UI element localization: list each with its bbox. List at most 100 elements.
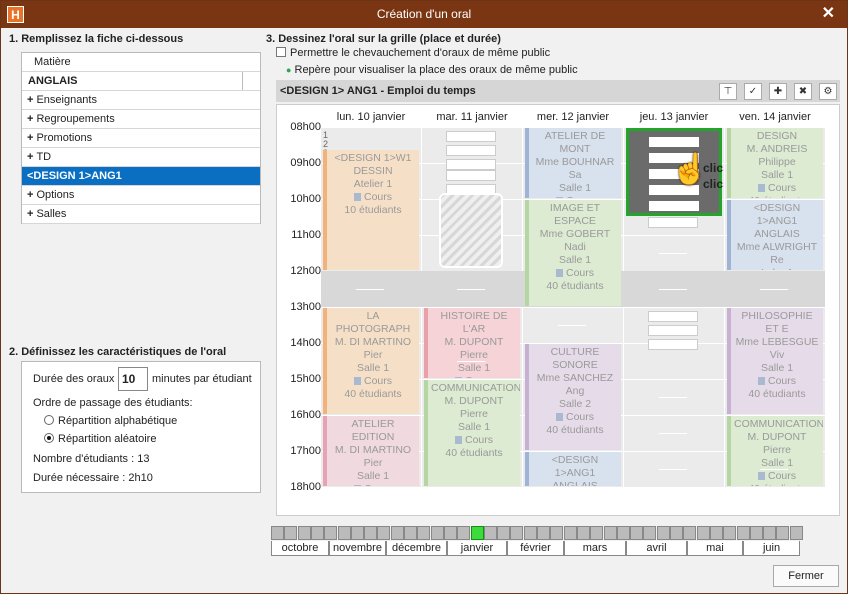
week-tick[interactable] (377, 526, 391, 540)
month-label[interactable]: octobre (271, 541, 329, 556)
week-tick[interactable] (430, 526, 444, 540)
month-label[interactable]: mars (564, 541, 626, 556)
week-tick[interactable] (656, 526, 670, 540)
close-icon[interactable]: ✕ (822, 5, 835, 23)
slot-bar[interactable] (648, 311, 698, 322)
month-label[interactable]: février (507, 541, 564, 556)
course-cell[interactable]: CULTURE SONORE Mme SANCHEZ Ang Salle 2 Cour… (525, 344, 621, 450)
month-timeline[interactable]: octobre novembre décembre janvier février mar… (271, 526, 803, 556)
month-label[interactable]: décembre (386, 541, 447, 556)
course-cell[interactable]: IMAGE ET ESPACE Mme GOBERT Nadi Salle 1 Cou… (525, 200, 621, 306)
week-tick[interactable] (497, 526, 511, 540)
check-filter-icon[interactable]: ✓ (744, 83, 762, 100)
criteria-row[interactable]: + Options (22, 186, 260, 205)
gear-icon[interactable]: ⚙ (819, 83, 837, 100)
week-tick[interactable] (696, 526, 710, 540)
week-tick[interactable] (404, 526, 417, 540)
month-label[interactable]: avril (626, 541, 687, 556)
week-tick[interactable] (457, 526, 471, 540)
current-week-tick[interactable] (470, 526, 484, 540)
slot-bar[interactable] (446, 170, 496, 181)
week-tick[interactable] (789, 526, 803, 540)
course-cell[interactable]: HISTOIRE DE L'ARM. DUPONT PierreSalle 1C… (424, 308, 520, 378)
week-tick[interactable] (630, 526, 644, 540)
week-tick[interactable] (576, 526, 590, 540)
course-cell[interactable]: DESIGNM. ANDREIS PhilippeSalle 1Cours40 … (727, 128, 823, 198)
week-tick[interactable] (284, 526, 298, 540)
month-label[interactable]: novembre (329, 541, 386, 556)
criteria-row[interactable]: ANGLAIS (22, 72, 260, 91)
week-tick[interactable] (350, 526, 364, 540)
close-button[interactable]: Fermer (773, 565, 839, 587)
week-tick[interactable] (763, 526, 777, 540)
week-tick[interactable] (297, 526, 311, 540)
plus-icon[interactable]: + (27, 208, 33, 220)
plus-icon[interactable]: + (27, 132, 33, 144)
criteria-row[interactable]: + TD (22, 148, 260, 167)
criteria-row[interactable]: + Salles (22, 205, 260, 224)
selected-slot[interactable]: clic clic ☝ (626, 128, 723, 216)
add-grid-icon[interactable]: ✚ (769, 83, 787, 100)
plus-icon[interactable]: + (27, 113, 33, 125)
course-cell[interactable]: LA PHOTOGRAPH M. DI MARTINO Pier Salle 1 Co… (323, 308, 419, 414)
slot-bar[interactable] (648, 325, 698, 336)
radio-random[interactable]: Répartition aléatoire (44, 433, 156, 445)
overlap-checkbox[interactable]: Permettre le chevauchement d'oraux de mê… (276, 47, 550, 59)
week-tick[interactable] (723, 526, 737, 540)
filter-icon[interactable]: ⊤ (719, 83, 737, 100)
week-tick[interactable] (736, 526, 750, 540)
week-tick[interactable] (271, 526, 284, 540)
month-label[interactable]: janvier (447, 541, 507, 556)
week-tick[interactable] (683, 526, 697, 540)
slot-bar[interactable] (648, 339, 698, 350)
week-tick[interactable] (390, 526, 404, 540)
duration-input[interactable]: 10 (118, 367, 148, 391)
week-tick[interactable] (616, 526, 630, 540)
remove-grid-icon[interactable]: ✖ (794, 83, 812, 100)
criteria-row[interactable]: + Promotions (22, 129, 260, 148)
plus-icon[interactable]: + (27, 189, 33, 201)
week-tick[interactable] (643, 526, 657, 540)
course-cell[interactable]: ATELIER DE MONTMme BOUHNAR SaSalle 1Cour… (525, 128, 621, 198)
criteria-row[interactable]: <DESIGN 1>ANG1 (22, 167, 260, 186)
slot-bar[interactable] (648, 217, 698, 228)
plus-icon[interactable]: + (27, 151, 33, 163)
week-tick[interactable] (749, 526, 763, 540)
week-tick[interactable] (709, 526, 723, 540)
timetable-grid[interactable]: lun. 10 janvier mar. 11 janvier mer. 12 ja… (276, 104, 840, 516)
plus-icon[interactable]: + (27, 94, 33, 106)
radio-alpha[interactable]: Répartition alphabétique (44, 415, 177, 427)
week-tick[interactable] (550, 526, 564, 540)
month-label[interactable]: mai (687, 541, 743, 556)
week-tick[interactable] (443, 526, 457, 540)
course-cell[interactable]: ATELIER EDITION M. DI MARTINO Pier Salle 1… (323, 416, 419, 486)
week-tick[interactable] (337, 526, 351, 540)
week-tick[interactable] (537, 526, 550, 540)
criteria-row[interactable]: + Enseignants (22, 91, 260, 110)
course-cell[interactable]: PHILOSOPHIE ET E Mme LEBESGUE Viv Salle 1C… (727, 308, 823, 414)
month-label[interactable]: juin (743, 541, 800, 556)
week-tick[interactable] (510, 526, 524, 540)
criteria-row[interactable]: + Regroupements (22, 110, 260, 129)
radio-random-icon[interactable] (44, 433, 54, 443)
week-tick[interactable] (483, 526, 497, 540)
week-tick[interactable] (310, 526, 324, 540)
checkbox-icon[interactable] (276, 47, 286, 57)
week-tick[interactable] (670, 526, 683, 540)
week-tick[interactable] (563, 526, 577, 540)
slot-bar[interactable] (446, 131, 496, 142)
hatched-slot[interactable] (439, 193, 503, 268)
course-cell[interactable]: COMMUNICATION M. DUPONT Pierre Salle 1 Cour… (424, 380, 520, 486)
radio-alpha-icon[interactable] (44, 415, 54, 425)
week-tick[interactable] (364, 526, 378, 540)
week-tick[interactable] (590, 526, 604, 540)
week-tick[interactable] (776, 526, 790, 540)
week-tick[interactable] (523, 526, 537, 540)
week-tick[interactable] (603, 526, 617, 540)
course-cell[interactable]: <DESIGN 1>ANG1ANGLAISMme ALWRIGHT ReLabo… (727, 200, 823, 270)
week-tick[interactable] (324, 526, 338, 540)
slot-bar[interactable] (446, 145, 496, 156)
slot-bar[interactable] (446, 159, 496, 170)
course-cell[interactable]: COMMUNICATION M. DUPONT Pierre Salle 1 Cour… (727, 416, 823, 486)
week-tick[interactable] (417, 526, 431, 540)
